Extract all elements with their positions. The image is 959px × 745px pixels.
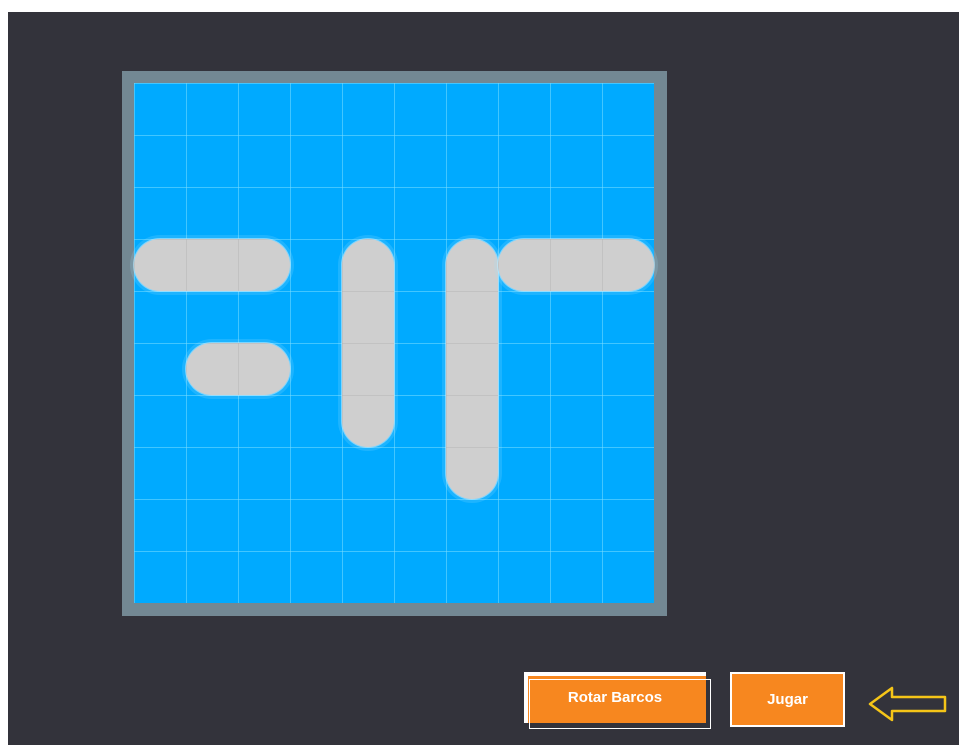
rotate-ships-button[interactable]: Rotar Barcos bbox=[524, 672, 711, 729]
board-frame bbox=[122, 71, 667, 616]
game-board-grid[interactable] bbox=[134, 83, 654, 603]
ship-horizontal-3[interactable] bbox=[498, 239, 654, 291]
game-stage: Rotar Barcos Jugar bbox=[8, 12, 959, 745]
play-label: Jugar bbox=[767, 691, 808, 708]
ship-horizontal-2[interactable] bbox=[186, 343, 290, 395]
ship-vertical-5[interactable] bbox=[446, 239, 498, 499]
left-arrow-outline-icon bbox=[868, 686, 947, 722]
rotate-ships-label: Rotar Barcos bbox=[567, 689, 663, 706]
ship-horizontal-3[interactable] bbox=[134, 239, 290, 291]
ship-vertical-4[interactable] bbox=[342, 239, 394, 447]
play-button[interactable]: Jugar bbox=[730, 672, 845, 727]
